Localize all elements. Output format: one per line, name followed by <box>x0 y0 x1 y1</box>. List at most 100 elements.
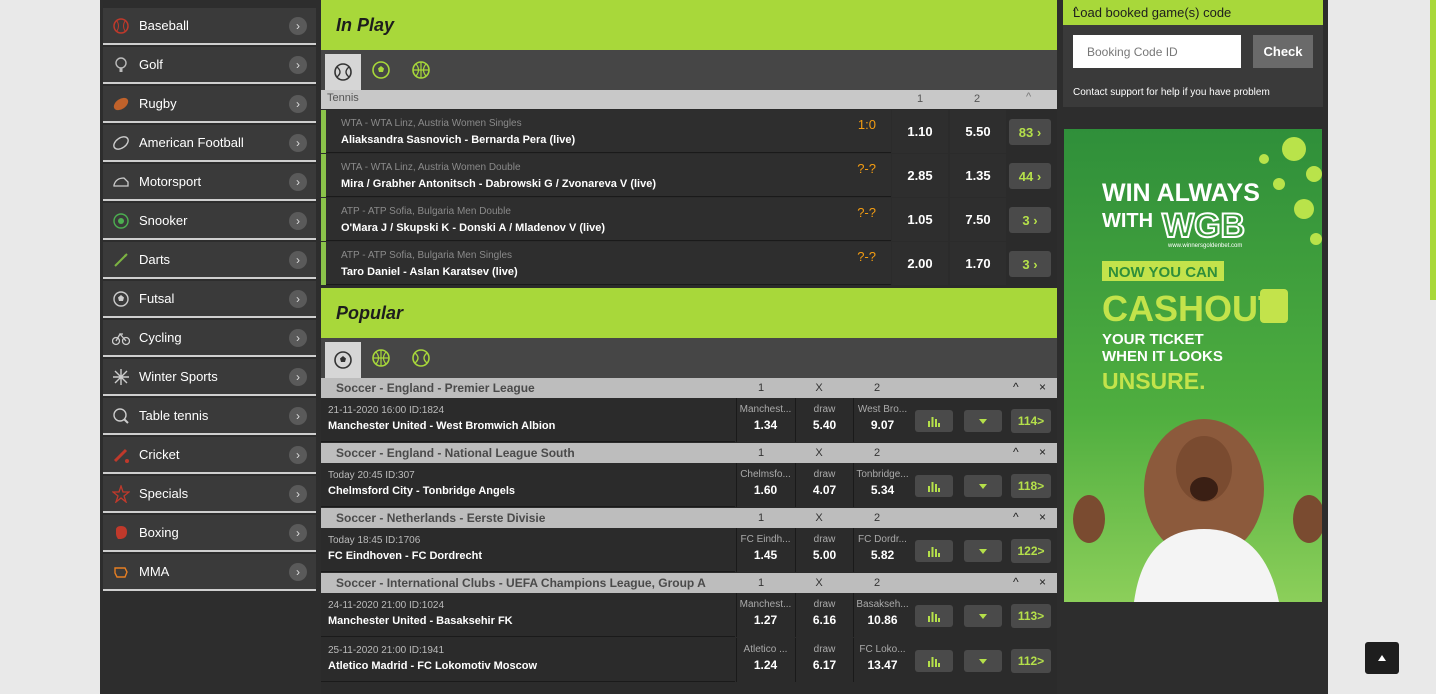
live-match-info[interactable]: WTA - WTA Linz, Austria Women Singles Ali… <box>326 110 891 153</box>
match-info[interactable]: Today 18:45 ID:1706 FC Eindhoven - FC Dor… <box>321 528 735 572</box>
stats-button[interactable] <box>915 475 953 497</box>
chevron-right-icon[interactable]: › <box>289 55 307 74</box>
more-markets-button[interactable]: 112> <box>1011 649 1051 673</box>
match-info[interactable]: 21-11-2020 16:00 ID:1824 Manchester Unite… <box>321 398 735 442</box>
close-icon[interactable]: × <box>1039 510 1046 524</box>
odd-1-button[interactable]: Atletico ... 1.24 <box>736 638 793 682</box>
collapse-icon[interactable]: ^ <box>1013 380 1019 394</box>
odd-2-button[interactable]: Basakseh... 10.86 <box>853 593 910 637</box>
odd-1-button[interactable]: Manchest... 1.34 <box>736 398 793 442</box>
sidebar-item-motorsport[interactable]: Motorsport › <box>103 164 316 201</box>
odd-1-button[interactable]: 2.00 <box>892 242 948 285</box>
sidebar-item-boxing[interactable]: Boxing › <box>103 515 316 552</box>
odd-1-button[interactable]: 2.85 <box>892 154 948 197</box>
odd-2-button[interactable]: FC Dordr... 5.82 <box>853 528 910 572</box>
odd-x-button[interactable]: draw 6.16 <box>795 593 852 637</box>
sidebar-item-american-football[interactable]: American Football › <box>103 125 316 162</box>
match-info[interactable]: Today 20:45 ID:307 Chelmsford City - Tonb… <box>321 463 735 507</box>
sidebar-item-futsal[interactable]: Futsal › <box>103 281 316 318</box>
odd-1-button[interactable]: Chelmsfo... 1.60 <box>736 463 793 507</box>
sidebar-item-rugby[interactable]: Rugby › <box>103 86 316 123</box>
odd-1-button[interactable]: 1.05 <box>892 198 948 241</box>
live-match-row[interactable]: ATP - ATP Sofia, Bulgaria Men Double O'Ma… <box>321 198 1057 242</box>
collapse-icon[interactable]: ^ <box>1013 445 1019 459</box>
sidebar-item-winter-sports[interactable]: Winter Sports › <box>103 359 316 396</box>
match-row[interactable]: 25-11-2020 21:00 ID:1941 Atletico Madrid … <box>321 638 1057 683</box>
match-row[interactable]: Today 18:45 ID:1706 FC Eindhoven - FC Dor… <box>321 528 1057 573</box>
chevron-right-icon[interactable]: › <box>289 250 307 269</box>
back-to-top-button[interactable] <box>1365 642 1399 674</box>
live-match-row[interactable]: WTA - WTA Linz, Austria Women Singles Ali… <box>321 110 1057 154</box>
live-match-info[interactable]: ATP - ATP Sofia, Bulgaria Men Singles Tar… <box>326 242 891 285</box>
odd-2-button[interactable]: 5.50 <box>950 110 1006 153</box>
more-markets-button[interactable]: 3 › <box>1009 207 1051 233</box>
odd-2-button[interactable]: Tonbridge... 5.34 <box>853 463 910 507</box>
odd-x-button[interactable]: draw 5.40 <box>795 398 852 442</box>
match-row[interactable]: Today 20:45 ID:307 Chelmsford City - Tonb… <box>321 463 1057 508</box>
booking-header[interactable]: Load booked game(s) code ^ <box>1063 0 1323 25</box>
sidebar-item-cycling[interactable]: Cycling › <box>103 320 316 357</box>
chevron-right-icon[interactable]: › <box>289 289 307 308</box>
more-markets-button[interactable]: 3 › <box>1009 251 1051 277</box>
match-row[interactable]: 24-11-2020 21:00 ID:1024 Manchester Unite… <box>321 593 1057 638</box>
match-info[interactable]: 24-11-2020 21:00 ID:1024 Manchester Unite… <box>321 593 735 637</box>
odd-1-button[interactable]: FC Eindh... 1.45 <box>736 528 793 572</box>
live-match-info[interactable]: WTA - WTA Linz, Austria Women Double Mira… <box>326 154 891 197</box>
close-icon[interactable]: × <box>1039 575 1046 589</box>
sidebar-item-specials[interactable]: Specials › <box>103 476 316 513</box>
chevron-right-icon[interactable]: › <box>289 16 307 35</box>
expand-button[interactable] <box>964 410 1002 432</box>
tab-popular-tennis[interactable] <box>406 343 436 373</box>
stats-button[interactable] <box>915 410 953 432</box>
more-markets-button[interactable]: 113> <box>1011 604 1051 628</box>
match-info[interactable]: 25-11-2020 21:00 ID:1941 Atletico Madrid … <box>321 638 735 682</box>
tab-popular-basketball[interactable] <box>366 343 396 373</box>
more-markets-button[interactable]: 114> <box>1011 409 1051 433</box>
tab-basketball[interactable] <box>406 55 436 85</box>
odd-2-button[interactable]: 1.35 <box>950 154 1006 197</box>
collapse-icon[interactable]: ^ <box>1013 510 1019 524</box>
odd-2-button[interactable]: 7.50 <box>950 198 1006 241</box>
tab-tennis[interactable] <box>325 54 361 90</box>
expand-button[interactable] <box>964 540 1002 562</box>
odd-1-button[interactable]: Manchest... 1.27 <box>736 593 793 637</box>
sidebar-item-golf[interactable]: Golf › <box>103 47 316 84</box>
sidebar-item-cricket[interactable]: Cricket › <box>103 437 316 474</box>
expand-button[interactable] <box>964 605 1002 627</box>
chevron-right-icon[interactable]: › <box>289 328 307 347</box>
stats-button[interactable] <box>915 540 953 562</box>
chevron-right-icon[interactable]: › <box>289 484 307 503</box>
chevron-right-icon[interactable]: › <box>289 523 307 542</box>
chevron-right-icon[interactable]: › <box>289 133 307 152</box>
sidebar-item-baseball[interactable]: Baseball › <box>103 8 316 45</box>
check-button[interactable]: Check <box>1253 35 1313 68</box>
odd-2-button[interactable]: West Bro... 9.07 <box>853 398 910 442</box>
odd-x-button[interactable]: draw 5.00 <box>795 528 852 572</box>
live-match-row[interactable]: WTA - WTA Linz, Austria Women Double Mira… <box>321 154 1057 198</box>
sidebar-item-mma[interactable]: MMA › <box>103 554 316 591</box>
odd-2-button[interactable]: 1.70 <box>950 242 1006 285</box>
more-markets-button[interactable]: 44 › <box>1009 163 1051 189</box>
expand-button[interactable] <box>964 475 1002 497</box>
collapse-icon[interactable]: ^ <box>1026 91 1031 103</box>
more-markets-button[interactable]: 118> <box>1011 474 1051 498</box>
chevron-right-icon[interactable]: › <box>289 94 307 113</box>
chevron-up-icon[interactable]: ^ <box>1073 4 1313 18</box>
chevron-right-icon[interactable]: › <box>289 172 307 191</box>
odd-x-button[interactable]: draw 6.17 <box>795 638 852 682</box>
promo-banner[interactable]: WIN ALWAYS WITH WGB www.winnersgoldenbet… <box>1064 129 1322 602</box>
chevron-right-icon[interactable]: › <box>289 562 307 581</box>
tab-soccer[interactable] <box>366 55 396 85</box>
expand-button[interactable] <box>964 650 1002 672</box>
chevron-right-icon[interactable]: › <box>289 406 307 425</box>
close-icon[interactable]: × <box>1039 380 1046 394</box>
sidebar-item-snooker[interactable]: Snooker › <box>103 203 316 240</box>
sidebar-item-darts[interactable]: Darts › <box>103 242 316 279</box>
more-markets-button[interactable]: 83 › <box>1009 119 1051 145</box>
stats-button[interactable] <box>915 650 953 672</box>
collapse-icon[interactable]: ^ <box>1013 575 1019 589</box>
more-markets-button[interactable]: 122> <box>1011 539 1051 563</box>
scrollbar-thumb[interactable] <box>1430 0 1436 300</box>
chevron-right-icon[interactable]: › <box>289 445 307 464</box>
match-row[interactable]: 21-11-2020 16:00 ID:1824 Manchester Unite… <box>321 398 1057 443</box>
